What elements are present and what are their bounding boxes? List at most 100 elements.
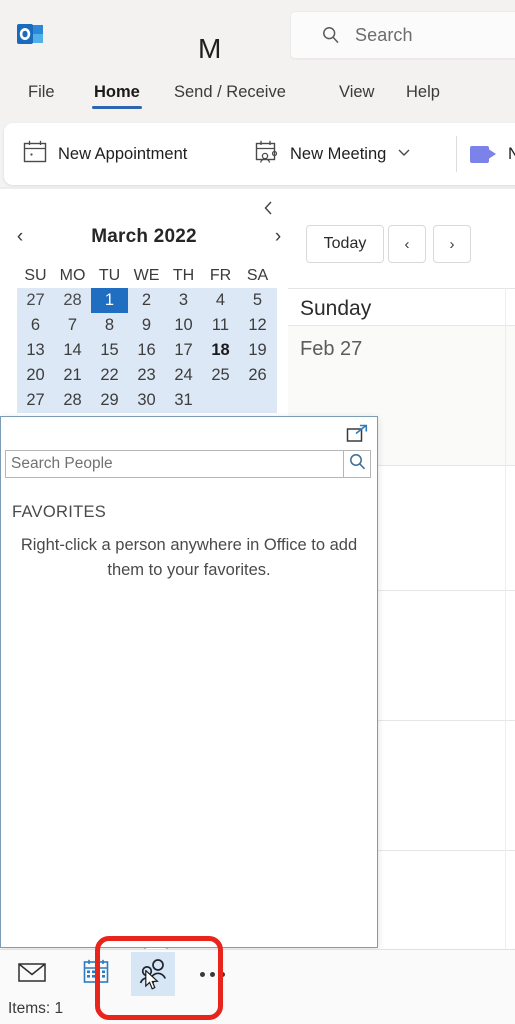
ribbon-bar: New Appointment New Meeting N — [4, 123, 515, 185]
people-search-placeholder: Search People — [11, 455, 113, 472]
day-cell[interactable]: 8 — [91, 313, 128, 338]
people-search-button[interactable] — [343, 450, 371, 478]
mini-calendar-week-row: 27 28 1 2 3 4 5 — [17, 288, 277, 313]
mini-calendar-title: March 2022 — [91, 226, 197, 247]
mini-calendar-weeks: 27 28 1 2 3 4 5 6 7 8 9 10 11 12 13 14 1… — [17, 288, 277, 413]
module-button-calendar[interactable] — [74, 952, 118, 996]
collapse-pane-icon[interactable] — [262, 200, 276, 219]
day-cell[interactable]: 27 — [17, 288, 54, 313]
day-cell[interactable]: 7 — [54, 313, 91, 338]
day-cell[interactable]: 31 — [165, 388, 202, 413]
dow-mo: MO — [59, 267, 86, 284]
title-bar: Search — [0, 0, 515, 68]
day-cell[interactable]: 23 — [128, 363, 165, 388]
day-cell[interactable]: 12 — [239, 313, 276, 338]
dow-th: TH — [172, 267, 195, 284]
tab-home[interactable]: Home — [92, 80, 142, 109]
day-cell[interactable]: 6 — [17, 313, 54, 338]
tab-file[interactable]: File — [26, 80, 57, 109]
day-cell[interactable]: 22 — [91, 363, 128, 388]
outlook-window: Search File Home Send / Receive View Hel… — [0, 0, 515, 1024]
day-cell[interactable]: 26 — [239, 363, 276, 388]
day-cell[interactable]: 11 — [202, 313, 239, 338]
day-cell[interactable]: 19 — [239, 338, 276, 363]
outlook-logo-icon — [14, 18, 46, 50]
search-icon — [321, 25, 341, 45]
calendar-prev-button[interactable]: ‹ — [388, 225, 426, 263]
tab-send-receive[interactable]: Send / Receive — [172, 80, 288, 109]
favorites-empty-message: Right-click a person anywhere in Office … — [20, 536, 358, 579]
tab-help[interactable]: Help — [404, 80, 442, 109]
teams-meeting-button[interactable]: N — [470, 123, 515, 185]
ribbon-separator — [456, 136, 457, 172]
people-search-row: Search People — [5, 450, 371, 478]
dow-sa: SA — [246, 267, 269, 284]
people-icon — [137, 958, 169, 991]
day-cell[interactable]: 16 — [128, 338, 165, 363]
day-cell[interactable]: 29 — [91, 388, 128, 413]
module-navigation-bar — [0, 949, 515, 998]
ellipsis-icon — [199, 971, 225, 977]
day-cell[interactable]: 27 — [17, 388, 54, 413]
calendar-toolbar: Today ‹ › — [288, 189, 515, 277]
calendar-week-divider — [288, 325, 515, 326]
mini-calendar-next-button[interactable]: › — [268, 222, 288, 252]
today-button[interactable]: Today — [306, 225, 384, 263]
calendar-next-button[interactable]: › — [433, 225, 471, 263]
chevron-down-icon[interactable] — [398, 148, 410, 160]
people-search-input[interactable]: Search People — [5, 450, 343, 478]
new-appointment-label: New Appointment — [58, 144, 188, 163]
mini-calendar-week-row: 6 7 8 9 10 11 12 — [17, 313, 277, 338]
day-cell[interactable]: 17 — [165, 338, 202, 363]
calendar-new-icon — [22, 139, 48, 170]
day-cell[interactable]: 9 — [128, 313, 165, 338]
status-bar: Items: 1 — [0, 997, 515, 1024]
ribbon-tab-strip: File Home Send / Receive View Help — [0, 68, 515, 122]
day-cell[interactable]: 28 — [54, 288, 91, 313]
favorites-section-label: FAVORITES — [12, 503, 107, 521]
day-cell[interactable]: 21 — [54, 363, 91, 388]
new-appointment-button[interactable]: New Appointment — [22, 123, 187, 185]
day-cell[interactable]: 15 — [91, 338, 128, 363]
status-items-count: Items: 1 — [8, 1000, 64, 1017]
calendar-date-label: Feb 27 — [300, 338, 363, 360]
dow-we: WE — [133, 267, 160, 284]
day-cell[interactable] — [239, 388, 276, 413]
mini-calendar-grid: SU MO TU WE TH FR SA 27 28 1 2 3 4 5 6 7… — [17, 263, 277, 413]
module-button-mail[interactable] — [10, 952, 54, 996]
calendar-column-divider — [505, 288, 506, 951]
day-cell[interactable]: 20 — [17, 363, 54, 388]
day-cell[interactable]: 24 — [165, 363, 202, 388]
day-cell[interactable] — [202, 388, 239, 413]
calendar-day-name: Sunday — [300, 297, 372, 320]
day-cell[interactable]: 14 — [54, 338, 91, 363]
module-button-more[interactable] — [190, 952, 234, 996]
teams-camera-icon — [470, 145, 498, 163]
tab-view[interactable]: View — [337, 80, 376, 109]
dow-tu: TU — [98, 267, 121, 284]
mini-calendar-week-row: 27 28 29 30 31 — [17, 388, 277, 413]
search-placeholder-text: Search — [355, 24, 413, 45]
day-cell[interactable]: 28 — [54, 388, 91, 413]
new-meeting-button[interactable]: New Meeting — [254, 123, 410, 185]
calendar-people-icon — [254, 139, 280, 170]
day-cell[interactable]: 13 — [17, 338, 54, 363]
day-cell-today[interactable]: 18 — [202, 338, 239, 363]
day-cell-selected[interactable]: 1 — [91, 288, 128, 313]
day-cell[interactable]: 3 — [165, 288, 202, 313]
module-button-people[interactable] — [131, 952, 175, 996]
day-cell[interactable]: 30 — [128, 388, 165, 413]
day-cell[interactable]: 25 — [202, 363, 239, 388]
pop-out-icon[interactable] — [345, 423, 369, 445]
dow-fr: FR — [209, 267, 232, 284]
day-cell[interactable]: 2 — [128, 288, 165, 313]
mini-calendar-week-row: 13 14 15 16 17 18 19 — [17, 338, 277, 363]
day-cell[interactable]: 5 — [239, 288, 276, 313]
calendar-header-rule — [288, 288, 515, 289]
day-cell[interactable]: 4 — [202, 288, 239, 313]
mini-calendar-header: ‹ March 2022 › — [0, 222, 288, 256]
day-cell[interactable]: 10 — [165, 313, 202, 338]
search-input[interactable]: Search — [290, 11, 515, 59]
mini-calendar-week-row: 20 21 22 23 24 25 26 — [17, 363, 277, 388]
search-icon — [348, 452, 367, 476]
